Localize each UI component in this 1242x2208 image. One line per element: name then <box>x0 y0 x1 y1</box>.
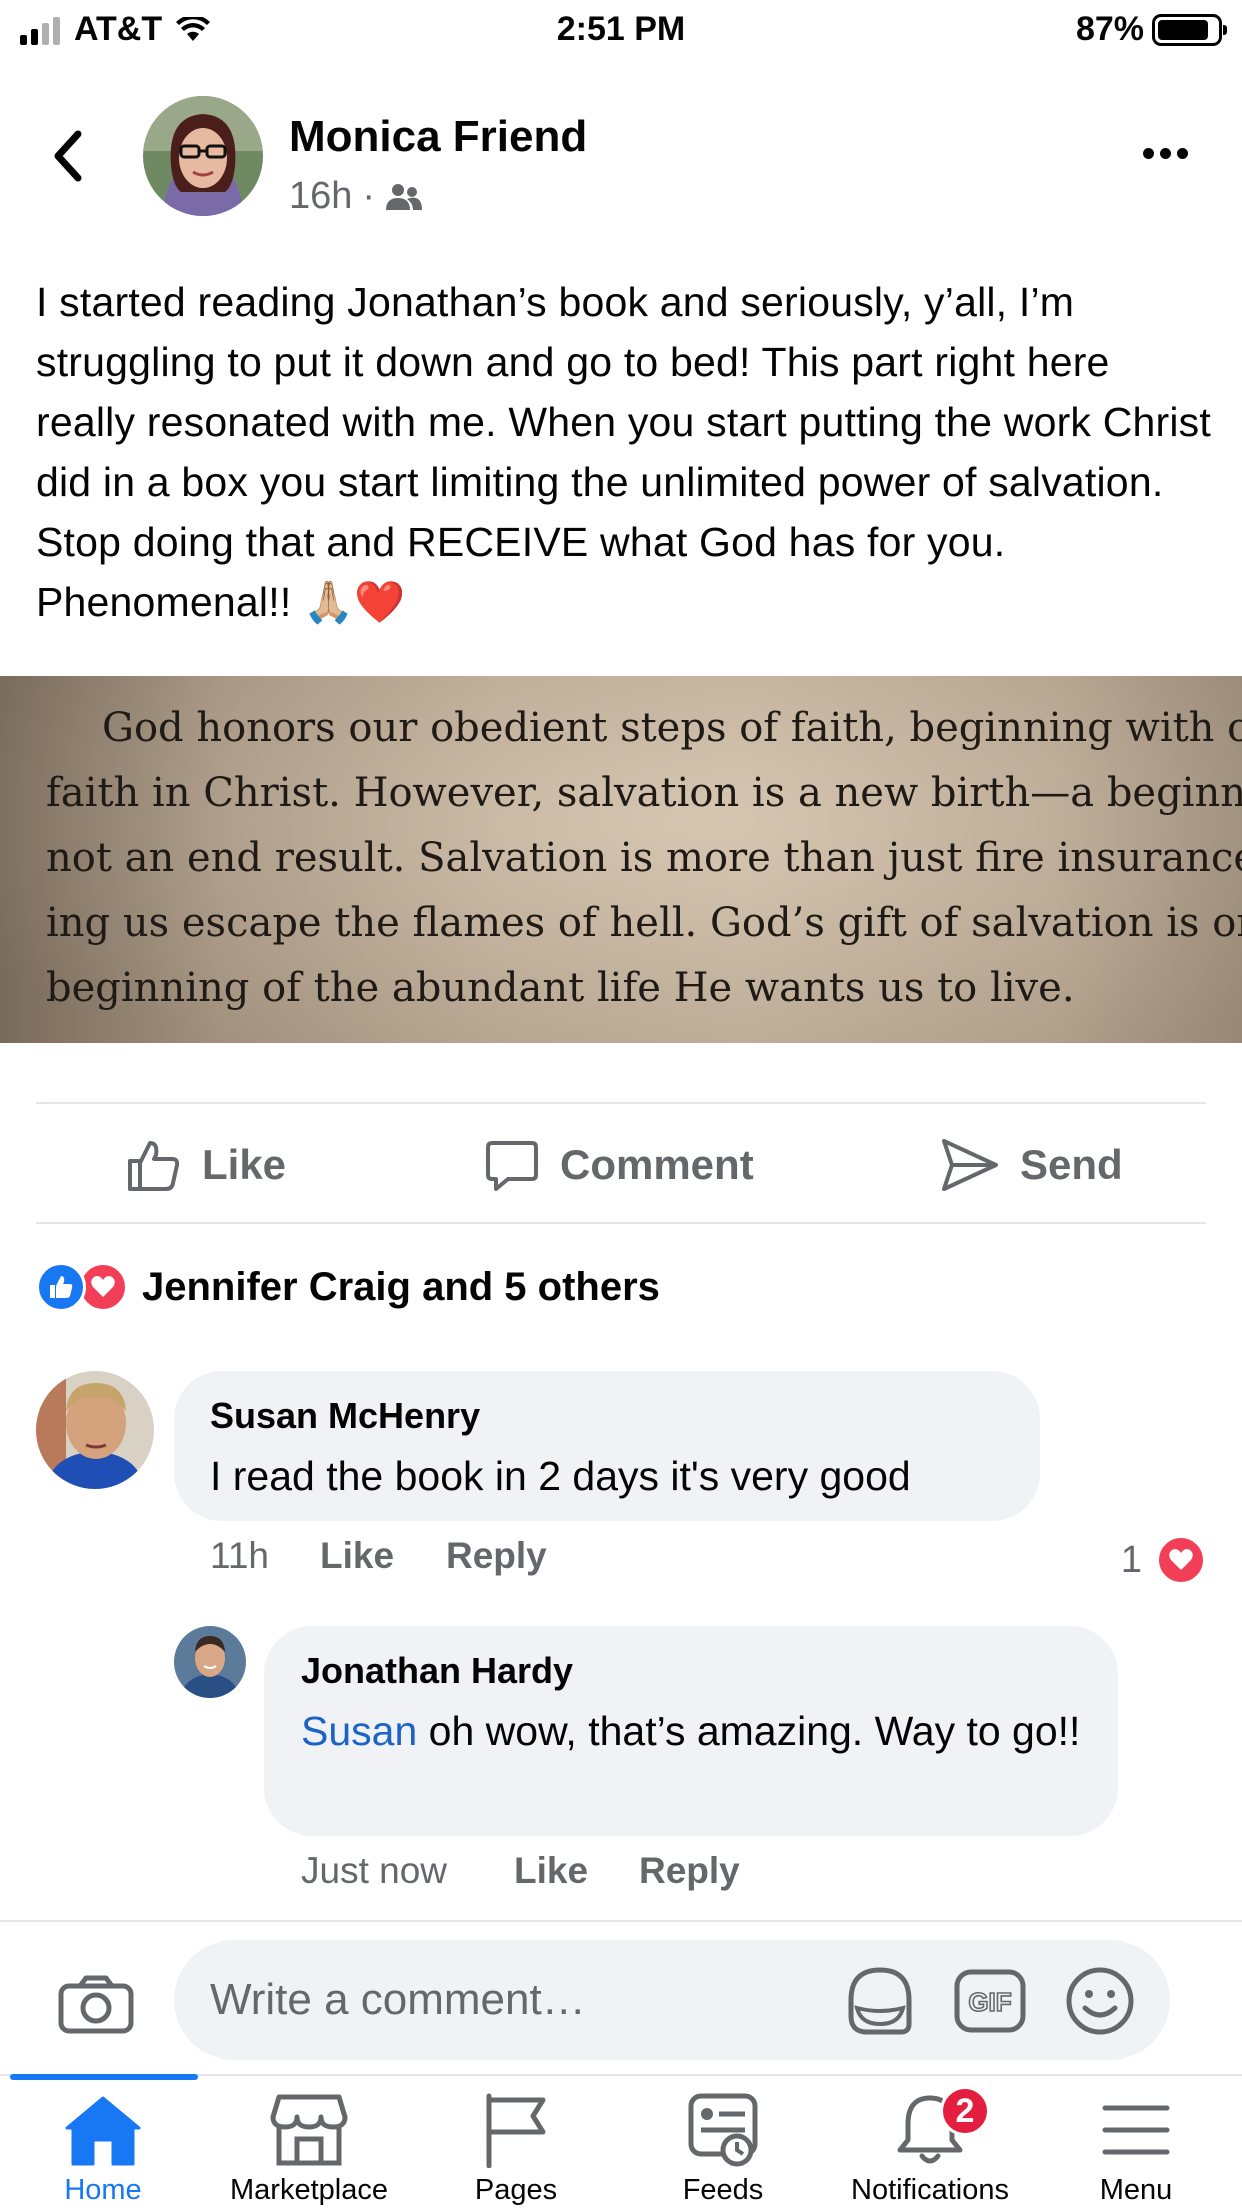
divider <box>36 1102 1206 1104</box>
thumbs-up-icon <box>128 1141 180 1191</box>
menu-icon <box>1102 2105 1170 2155</box>
home-icon <box>65 2096 141 2166</box>
marketplace-icon <box>270 2094 348 2166</box>
battery-fill <box>1158 19 1209 40</box>
meta-separator: · <box>362 175 376 217</box>
book-line: ing us escape the flames of hell. God’s … <box>46 900 1242 946</box>
book-page-text: God honors our obedient steps of faith, … <box>46 696 1242 1021</box>
comment-reply-button[interactable]: Reply <box>446 1535 547 1577</box>
notification-badge: 2 <box>940 2086 990 2136</box>
book-line: beginning of the abundant life He wants … <box>46 965 1075 1011</box>
status-time: 2:51 PM <box>556 10 686 48</box>
comment-meta: 11h Like Reply <box>210 1535 547 1577</box>
tab-feeds[interactable]: Feeds <box>623 2090 823 2207</box>
commenter-avatar[interactable] <box>36 1371 154 1489</box>
like-button[interactable]: Like <box>126 1135 286 1195</box>
sticker-icon[interactable] <box>843 1964 917 2038</box>
reaction-count: 1 <box>1120 1538 1142 1581</box>
like-label: Like <box>202 1141 287 1188</box>
comment-text: I read the book in 2 days it's very good <box>210 1453 911 1499</box>
reply-text: Susan oh wow, that’s amazing. Way to go!… <box>301 1701 1101 1761</box>
tab-label: Feeds <box>682 2174 764 2206</box>
author-name[interactable]: Monica Friend <box>289 112 587 162</box>
active-tab-indicator <box>10 2074 198 2080</box>
send-button[interactable]: Send <box>940 1135 1123 1195</box>
comment-label: Comment <box>560 1141 754 1188</box>
tab-label: Notifications <box>851 2174 1009 2206</box>
tab-label: Marketplace <box>230 2174 388 2206</box>
battery-icon <box>1152 13 1227 46</box>
author-avatar-image <box>143 96 263 216</box>
camera-icon[interactable] <box>58 1974 134 2034</box>
tab-label: Pages <box>474 2174 558 2206</box>
reply-like-button[interactable]: Like <box>514 1850 639 1892</box>
divider <box>36 1222 1206 1224</box>
send-label: Send <box>1020 1141 1123 1188</box>
author-avatar[interactable] <box>143 96 263 216</box>
send-icon <box>942 1139 998 1191</box>
tab-bar: Home Marketplace Pages Feeds 2 Notificat… <box>0 2074 1242 2208</box>
comment-time: 11h <box>210 1535 269 1576</box>
more-options-icon[interactable] <box>1143 148 1188 159</box>
reactions-text: Jennifer Craig and 5 others <box>142 1264 660 1309</box>
comment-like-button[interactable]: Like <box>320 1535 446 1577</box>
book-line: faith in Christ. However, salvation is a… <box>46 770 1242 816</box>
flag-icon <box>486 2093 546 2168</box>
reply-meta: Just now Like Reply <box>301 1850 740 1892</box>
tab-menu[interactable]: Menu <box>1036 2090 1236 2207</box>
commenter-avatar-image <box>36 1371 154 1489</box>
tab-home[interactable]: Home <box>3 2090 203 2207</box>
love-reaction-icon <box>1156 1535 1206 1585</box>
reply-author-avatar[interactable] <box>174 1626 246 1698</box>
reply-time: Just now <box>301 1850 448 1891</box>
like-reaction-icon <box>36 1262 86 1312</box>
tab-label: Home <box>64 2174 142 2206</box>
comment-button[interactable]: Comment <box>484 1135 754 1195</box>
book-line: not an end result. Salvation is more tha… <box>46 835 1242 881</box>
reply-reply-button[interactable]: Reply <box>639 1850 740 1892</box>
post-time[interactable]: 16h <box>289 175 352 218</box>
battery-percent: 87% <box>1075 10 1144 48</box>
comment-reaction-count[interactable]: 1 <box>1121 1535 1206 1585</box>
reactions-summary[interactable]: Jennifer Craig and 5 others <box>36 1262 660 1312</box>
reply-author[interactable]: Jonathan Hardy <box>301 1650 573 1692</box>
status-bar: AT&T 2:51 PM 87% <box>0 0 1242 62</box>
gif-icon[interactable]: GIF <box>953 1964 1027 2038</box>
tab-notifications[interactable]: 2 Notifications <box>830 2086 1030 2207</box>
tab-label: Menu <box>1099 2174 1173 2206</box>
gif-label: GIF <box>968 1987 1011 2017</box>
mention-link[interactable]: Susan <box>301 1708 417 1754</box>
post-meta: 16h · <box>289 175 423 218</box>
emoji-icon[interactable] <box>1063 1964 1137 2038</box>
tab-marketplace[interactable]: Marketplace <box>209 2090 409 2207</box>
reply-author-avatar-image <box>174 1626 246 1698</box>
book-line: God honors our obedient steps of faith, … <box>102 705 1242 751</box>
post-image[interactable]: God honors our obedient steps of faith, … <box>0 676 1242 1043</box>
tab-pages[interactable]: Pages <box>416 2090 616 2207</box>
comment-composer: GIF <box>0 1920 1242 2074</box>
status-right: 87% <box>1075 10 1227 49</box>
comment-author[interactable]: Susan McHenry <box>210 1395 480 1437</box>
feeds-icon <box>688 2093 758 2167</box>
back-chevron-icon[interactable] <box>48 126 88 186</box>
friends-icon <box>386 183 423 210</box>
comment-bubble-icon <box>486 1141 538 1191</box>
reply-body: oh wow, that’s amazing. Way to go!! <box>417 1708 1081 1754</box>
post-text: I started reading Jonathan’s book and se… <box>36 279 1211 625</box>
